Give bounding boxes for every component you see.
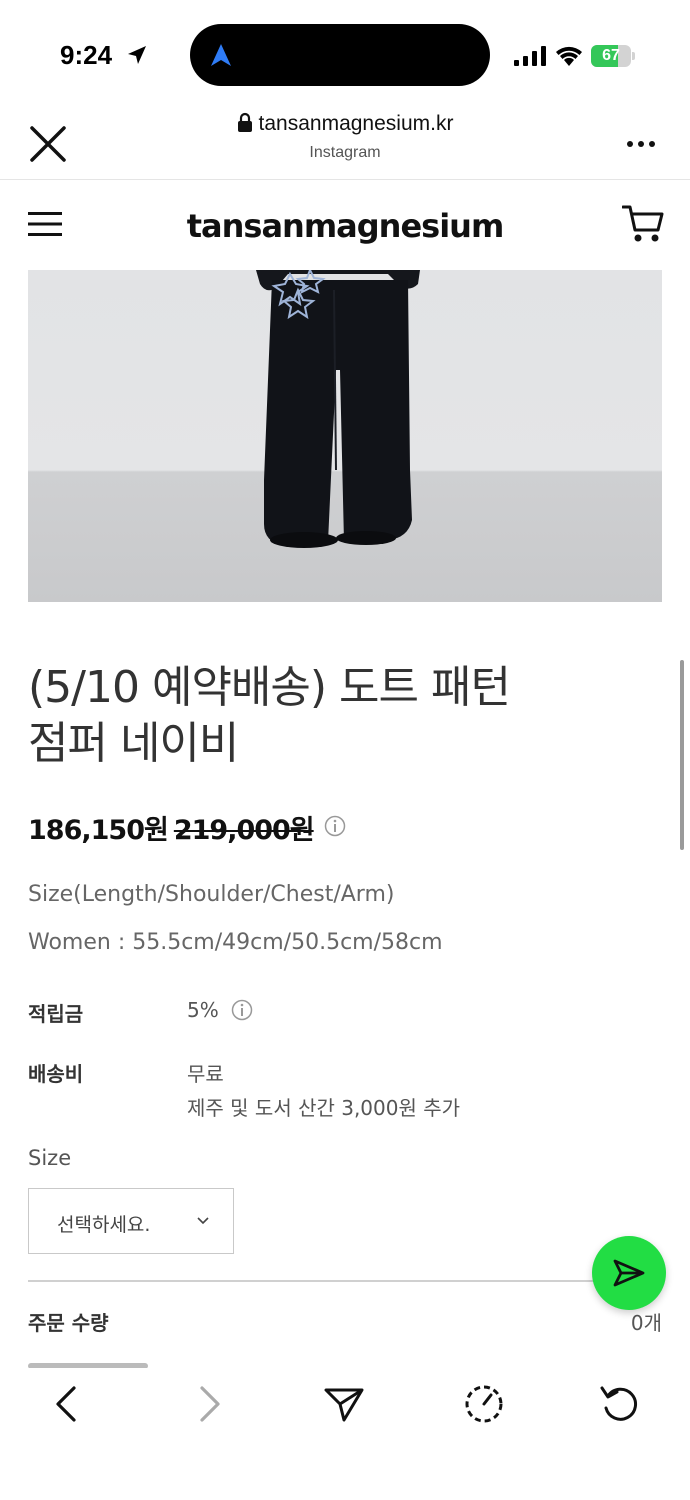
in-app-browser-bar: tansanmagnesium.kr Instagram [0, 100, 690, 180]
lock-icon [237, 112, 252, 132]
product-image[interactable] [28, 270, 662, 602]
price-row: 186,150원 219,000원 [28, 808, 346, 848]
points-value-row: 5% [187, 998, 253, 1022]
size-select[interactable]: 선택하세요. [28, 1188, 234, 1254]
size-option-label: Size [28, 1146, 72, 1170]
status-bar: 9:24 67 [0, 0, 690, 110]
battery-percent: 67 [602, 47, 620, 64]
send-icon [613, 1259, 645, 1287]
status-time: 9:24 [60, 40, 113, 70]
shipping-value: 무료 [187, 1062, 224, 1086]
url-display[interactable]: tansanmagnesium.kr [0, 112, 690, 136]
source-app-label: Instagram [309, 144, 381, 161]
back-icon[interactable] [46, 1382, 90, 1426]
sale-price: 186,150원 [28, 815, 169, 846]
cellular-signal-icon [514, 46, 546, 66]
size-spec-header: Size(Length/Shoulder/Chest/Arm) [28, 882, 395, 907]
chevron-down-icon [197, 1217, 209, 1225]
battery-indicator: 67 [591, 45, 635, 67]
timer-icon[interactable] [462, 1382, 506, 1426]
send-icon[interactable] [322, 1382, 366, 1426]
info-icon[interactable] [324, 815, 346, 837]
cart-icon[interactable] [622, 204, 664, 244]
site-logo[interactable]: tansanmagnesium [0, 207, 690, 245]
info-icon[interactable] [231, 999, 253, 1021]
dynamic-island [190, 24, 490, 86]
size-select-value: 선택하세요. [57, 1214, 151, 1236]
shipping-label: 배송비 [28, 1062, 84, 1086]
quantity-value: 0개 [630, 1311, 662, 1335]
refresh-icon[interactable] [598, 1382, 642, 1426]
browser-toolbar [0, 1368, 690, 1500]
product-title: (5/10 예약배송) 도트 패턴 점퍼 네이비 [28, 660, 648, 772]
navigation-icon [211, 44, 231, 66]
product-title-line2: 점퍼 네이비 [28, 718, 239, 769]
more-icon[interactable] [626, 140, 656, 148]
points-label: 적립금 [28, 1002, 84, 1026]
original-price: 219,000원 [173, 815, 315, 846]
scrollbar[interactable] [680, 660, 684, 850]
url-text: tansanmagnesium.kr [258, 112, 454, 135]
site-header: tansanmagnesium [0, 180, 690, 270]
product-photo [256, 270, 420, 548]
divider [28, 1280, 662, 1282]
location-arrow-icon [128, 46, 146, 64]
shipping-note: 제주 및 도서 산간 3,000원 추가 [187, 1096, 461, 1120]
size-spec-women: Women : 55.5cm/49cm/50.5cm/58cm [28, 930, 443, 955]
quantity-label: 주문 수량 [28, 1311, 109, 1335]
floating-share-button[interactable] [592, 1236, 666, 1310]
points-value: 5% [187, 998, 219, 1022]
product-title-line1: (5/10 예약배송) 도트 패턴 [28, 662, 511, 713]
forward-icon[interactable] [186, 1382, 230, 1426]
wifi-icon [556, 46, 582, 66]
